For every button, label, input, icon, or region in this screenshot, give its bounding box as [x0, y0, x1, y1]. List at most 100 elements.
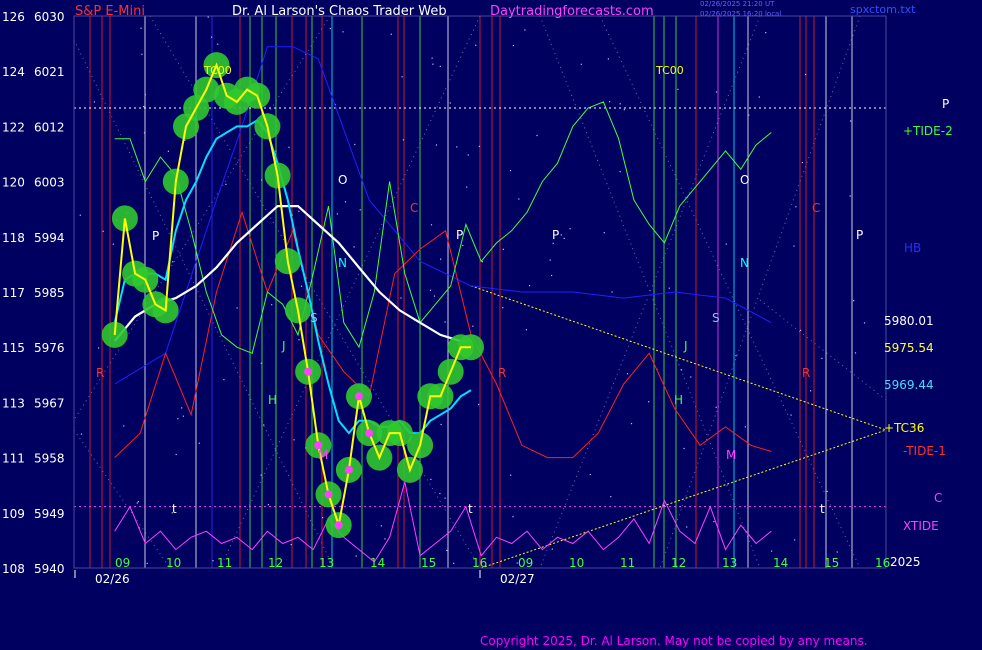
- label-level-3: 5969.44: [884, 378, 934, 392]
- y-axis-price-label: 6003: [34, 176, 65, 190]
- star-dot: [353, 246, 355, 248]
- star-dot: [854, 352, 857, 354]
- star-dot: [298, 210, 300, 212]
- star-dot: [725, 243, 727, 245]
- marker-label: O: [740, 173, 749, 187]
- star-dot: [329, 27, 331, 30]
- star-dot: [143, 132, 146, 134]
- x-date-label: 02/27: [500, 572, 535, 586]
- marker-label: M: [318, 448, 328, 462]
- star-dot: [509, 170, 512, 172]
- star-dot: [607, 58, 609, 60]
- star-dot: [175, 453, 177, 456]
- star-dot: [849, 195, 851, 197]
- y-axis-price-label: 5967: [34, 396, 65, 410]
- y-axis-left-label: 124: [2, 65, 25, 79]
- y-axis-price-label: 6030: [34, 10, 65, 24]
- label-hb: HB: [904, 241, 922, 255]
- star-dot: [502, 307, 504, 309]
- star-dot: [630, 423, 633, 425]
- star-dot: [560, 234, 562, 236]
- star-dot: [478, 403, 480, 406]
- star-dot: [853, 300, 855, 302]
- star-dot: [619, 103, 621, 105]
- star-dot: [529, 285, 531, 287]
- star-dot: [863, 322, 866, 324]
- star-dot: [322, 517, 324, 519]
- star-dot: [140, 27, 142, 29]
- marker-label: J: [281, 339, 286, 353]
- star-dot: [456, 146, 458, 148]
- site-title: Dr. Al Larson's Chaos Trader Web: [232, 4, 447, 19]
- y-axis-left-label: 109: [2, 507, 25, 521]
- star-dot: [794, 539, 796, 541]
- y-axis-left-label: 115: [2, 341, 25, 355]
- star-dot: [795, 206, 797, 208]
- star-dot: [771, 550, 773, 552]
- y-axis-price-label: 5949: [34, 507, 65, 521]
- star-dot: [167, 150, 169, 152]
- star-dot: [449, 102, 451, 104]
- star-dot: [603, 232, 605, 234]
- star-dot: [430, 224, 433, 226]
- site-url[interactable]: Daytradingforecasts.com: [490, 4, 654, 19]
- y-axis-price-label: 5958: [34, 452, 65, 466]
- marker-label: C: [812, 201, 820, 215]
- star-dot: [354, 143, 356, 146]
- x-hour-label: 09: [518, 556, 533, 570]
- marker-label: R: [802, 366, 810, 380]
- label-c: C: [934, 491, 943, 505]
- star-dot: [610, 496, 612, 498]
- star-dot: [800, 329, 802, 331]
- star-dot: [429, 289, 432, 291]
- y-axis-left-label: 122: [2, 120, 25, 134]
- star-dot: [444, 321, 446, 323]
- star-dot: [355, 555, 357, 557]
- star-dot: [518, 198, 520, 200]
- star-dot: [401, 76, 403, 78]
- star-dot: [790, 414, 792, 416]
- star-dot: [715, 91, 718, 93]
- star-dot: [713, 521, 715, 523]
- instrument-title: S&P E-Mini: [75, 4, 145, 19]
- star-dot: [551, 274, 553, 277]
- label-level-2: 5975.54: [884, 341, 934, 355]
- star-dot: [481, 261, 483, 263]
- star-dot: [611, 291, 613, 293]
- star-dot: [765, 32, 767, 34]
- star-dot: [440, 258, 442, 260]
- star-dot: [793, 245, 795, 247]
- marker-label: N: [740, 256, 749, 270]
- star-dot: [821, 357, 823, 359]
- star-dot: [212, 560, 214, 562]
- marker-label: S: [310, 311, 318, 325]
- star-dot: [440, 423, 442, 426]
- star-dot: [102, 230, 104, 232]
- star-dot: [475, 44, 477, 46]
- star-dot: [551, 548, 553, 550]
- x-hour-label: 10: [569, 556, 584, 570]
- star-dot: [744, 426, 746, 428]
- source-file: spxctom.txt: [850, 3, 916, 16]
- star-dot: [112, 243, 114, 245]
- star-dot: [677, 88, 679, 90]
- y-axis-left-label: 120: [2, 176, 25, 190]
- star-dot: [439, 492, 441, 495]
- star-dot: [184, 139, 186, 141]
- x-hour-label: 11: [217, 556, 232, 570]
- marker-label: H: [674, 393, 683, 407]
- star-dot: [580, 63, 582, 65]
- star-dot: [552, 242, 554, 244]
- marker-label: S: [712, 311, 720, 325]
- star-dot: [380, 525, 382, 527]
- star-dot: [298, 339, 300, 341]
- marker-label: t: [820, 502, 825, 516]
- star-dot: [263, 424, 265, 426]
- star-dot: [123, 425, 125, 427]
- star-dot: [686, 526, 688, 528]
- star-dot: [359, 209, 361, 211]
- star-dot: [668, 287, 670, 289]
- star-dot: [524, 29, 526, 31]
- marker-label: C: [410, 201, 418, 215]
- star-dot: [198, 442, 200, 444]
